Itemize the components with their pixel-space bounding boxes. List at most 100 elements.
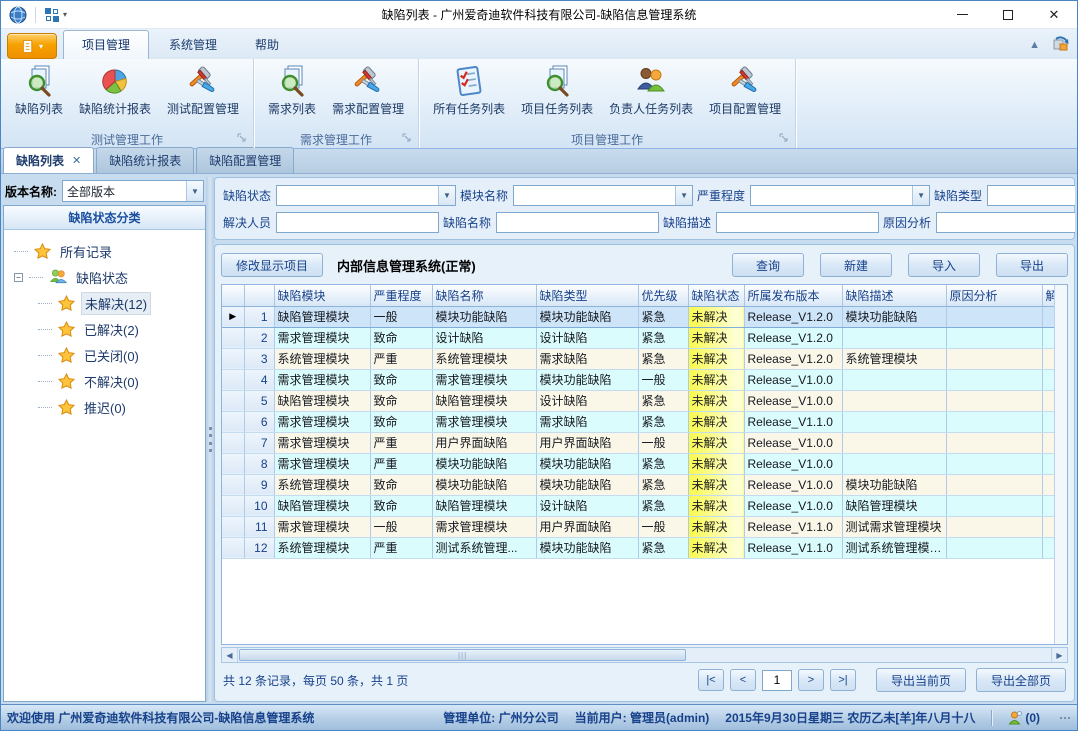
- quick-access-toolbar-icon[interactable]: ▾: [44, 7, 67, 23]
- table-row[interactable]: 4需求管理模块致命需求管理模块模块功能缺陷一般未解决Release_V1.0.0: [222, 369, 1054, 390]
- tree-item[interactable]: 不解决(0): [14, 368, 201, 394]
- minimize-button[interactable]: [939, 1, 985, 28]
- column-header[interactable]: 缺陷名称: [432, 285, 536, 306]
- online-users-indicator[interactable]: (0): [1008, 711, 1040, 725]
- row-selector-cell[interactable]: [222, 453, 244, 474]
- chevron-down-icon[interactable]: ▼: [675, 186, 692, 205]
- tree-item[interactable]: −缺陷状态: [14, 264, 201, 290]
- tree-expander-icon[interactable]: −: [14, 273, 23, 282]
- table-row[interactable]: 10缺陷管理模块致命缺陷管理模块设计缺陷紧急未解决Release_V1.0.0缺…: [222, 495, 1054, 516]
- dialog-launcher-icon[interactable]: [402, 131, 411, 145]
- chevron-down-icon[interactable]: ▼: [912, 186, 929, 205]
- filter-input[interactable]: [277, 186, 438, 205]
- filter-input[interactable]: [277, 213, 438, 232]
- ribbon-tab-2[interactable]: 帮助: [237, 31, 297, 59]
- table-row[interactable]: 11需求管理模块一般需求管理模块用户界面缺陷一般未解决Release_V1.1.…: [222, 516, 1054, 537]
- resize-grip[interactable]: [1060, 717, 1071, 719]
- maximize-button[interactable]: [985, 1, 1031, 28]
- column-header[interactable]: 缺陷模块: [274, 285, 370, 306]
- tree-item[interactable]: 所有记录: [14, 238, 201, 264]
- first-page-button[interactable]: |<: [698, 669, 724, 691]
- table-row[interactable]: 3系统管理模块严重系统管理模块需求缺陷紧急未解决Release_V1.2.0系统…: [222, 348, 1054, 369]
- ribbon-button[interactable]: 所有任务列表: [425, 61, 513, 119]
- column-header[interactable]: 缺陷状态: [688, 285, 744, 306]
- export-all-pages-button[interactable]: 导出全部页: [976, 668, 1066, 692]
- tree-item[interactable]: 推迟(0): [14, 394, 201, 420]
- row-selector-cell[interactable]: [222, 348, 244, 369]
- table-row[interactable]: 5缺陷管理模块致命缺陷管理模块设计缺陷紧急未解决Release_V1.0.0: [222, 390, 1054, 411]
- vertical-scrollbar[interactable]: [1054, 285, 1067, 644]
- export-button[interactable]: 导出: [996, 253, 1068, 277]
- dialog-launcher-icon[interactable]: [779, 131, 788, 145]
- ribbon-tab-1[interactable]: 系统管理: [151, 31, 235, 59]
- filter-input[interactable]: [497, 213, 658, 232]
- ribbon-button[interactable]: 负责人任务列表: [601, 61, 701, 119]
- close-button[interactable]: ✕: [1031, 1, 1077, 28]
- row-selector-cell[interactable]: [222, 327, 244, 348]
- row-selector-cell[interactable]: [222, 369, 244, 390]
- horizontal-scrollbar[interactable]: ◀ ||| ▶: [221, 647, 1068, 663]
- filter-input[interactable]: [717, 213, 878, 232]
- table-row[interactable]: 12系统管理模块严重测试系统管理...模块功能缺陷紧急未解决Release_V1…: [222, 537, 1054, 558]
- page-number-input[interactable]: [762, 670, 792, 691]
- table-row[interactable]: 8需求管理模块严重模块功能缺陷模块功能缺陷紧急未解决Release_V1.0.0: [222, 453, 1054, 474]
- version-combobox[interactable]: 全部版本 ▼: [62, 180, 204, 202]
- row-selector-cell[interactable]: [222, 474, 244, 495]
- column-header[interactable]: 缺陷描述: [842, 285, 946, 306]
- document-tab-2[interactable]: 缺陷配置管理: [196, 147, 294, 173]
- row-selector-cell[interactable]: [222, 516, 244, 537]
- last-page-button[interactable]: >|: [830, 669, 856, 691]
- app-icon[interactable]: [9, 6, 27, 24]
- row-selector-cell[interactable]: [222, 411, 244, 432]
- skin-style-icon[interactable]: [1052, 35, 1069, 55]
- chevron-down-icon[interactable]: ▼: [186, 181, 203, 201]
- column-header[interactable]: 严重程度: [370, 285, 432, 306]
- ribbon-button[interactable]: 需求配置管理: [324, 61, 412, 119]
- chevron-down-icon[interactable]: ▼: [438, 186, 455, 205]
- scroll-left-icon[interactable]: ◀: [222, 648, 238, 662]
- document-tab-0[interactable]: 缺陷列表✕: [3, 147, 94, 173]
- import-button[interactable]: 导入: [908, 253, 980, 277]
- filter-input[interactable]: [514, 186, 675, 205]
- tree-item[interactable]: 已关闭(0): [14, 342, 201, 368]
- tree-item[interactable]: 已解决(2): [14, 316, 201, 342]
- panel-splitter[interactable]: [206, 177, 214, 702]
- row-selector-cell[interactable]: [222, 537, 244, 558]
- table-row[interactable]: ▶1缺陷管理模块一般模块功能缺陷模块功能缺陷紧急未解决Release_V1.2.…: [222, 306, 1054, 327]
- document-tab-1[interactable]: 缺陷统计报表: [96, 147, 194, 173]
- close-tab-icon[interactable]: ✕: [72, 154, 81, 167]
- row-selector-cell[interactable]: [222, 495, 244, 516]
- table-row[interactable]: 6需求管理模块致命需求管理模块需求缺陷紧急未解决Release_V1.1.0: [222, 411, 1054, 432]
- ribbon-button[interactable]: 项目任务列表: [513, 61, 601, 119]
- column-header[interactable]: 优先级: [638, 285, 688, 306]
- ribbon-tab-0[interactable]: 项目管理: [63, 30, 149, 59]
- row-selector-cell[interactable]: ▶: [222, 306, 244, 327]
- row-selector-cell[interactable]: [222, 432, 244, 453]
- prev-page-button[interactable]: <: [730, 669, 756, 691]
- row-selector-cell[interactable]: [222, 390, 244, 411]
- dialog-launcher-icon[interactable]: [237, 131, 246, 145]
- modify-columns-button[interactable]: 修改显示项目: [221, 253, 323, 277]
- column-header[interactable]: 缺陷类型: [536, 285, 638, 306]
- filter-input[interactable]: [988, 186, 1075, 205]
- scroll-right-icon[interactable]: ▶: [1051, 648, 1067, 662]
- ribbon-button[interactable]: 需求列表: [260, 61, 324, 119]
- column-header[interactable]: 解决方法: [1042, 285, 1054, 306]
- table-row[interactable]: 9系统管理模块致命模块功能缺陷模块功能缺陷紧急未解决Release_V1.0.0…: [222, 474, 1054, 495]
- query-button[interactable]: 查询: [732, 253, 804, 277]
- ribbon-button[interactable]: 测试配置管理: [159, 61, 247, 119]
- export-current-page-button[interactable]: 导出当前页: [876, 668, 966, 692]
- collapse-ribbon-icon[interactable]: ▲: [1029, 39, 1040, 51]
- column-header[interactable]: 原因分析: [946, 285, 1042, 306]
- application-menu-button[interactable]: ▾: [7, 33, 57, 59]
- scrollbar-thumb[interactable]: |||: [239, 649, 686, 661]
- ribbon-button[interactable]: 项目配置管理: [701, 61, 789, 119]
- ribbon-button[interactable]: 缺陷统计报表: [71, 61, 159, 119]
- ribbon-button[interactable]: 缺陷列表: [7, 61, 71, 119]
- filter-input[interactable]: [751, 186, 912, 205]
- filter-input[interactable]: [937, 213, 1075, 232]
- new-button[interactable]: 新建: [820, 253, 892, 277]
- next-page-button[interactable]: >: [798, 669, 824, 691]
- table-row[interactable]: 7需求管理模块严重用户界面缺陷用户界面缺陷一般未解决Release_V1.0.0: [222, 432, 1054, 453]
- tree-item[interactable]: 未解决(12): [14, 290, 201, 316]
